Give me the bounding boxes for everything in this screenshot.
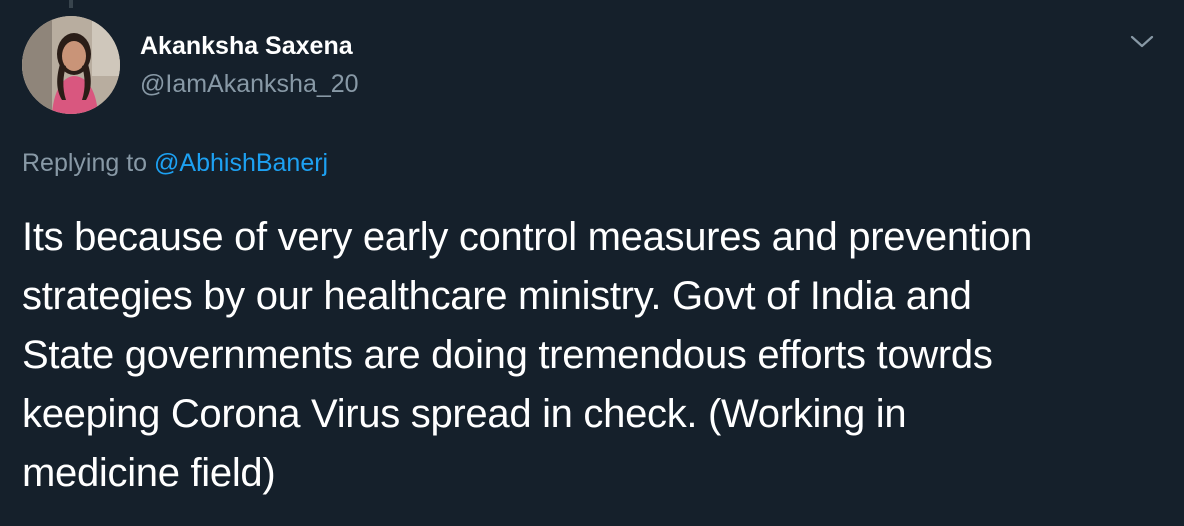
tweet-text-line: strategies by our healthcare ministry. G… [22, 274, 972, 318]
chevron-down-icon[interactable] [1128, 30, 1156, 54]
tweet-card[interactable]: Akanksha Saxena @IamAkanksha_20 Replying… [0, 0, 1184, 526]
tweet-text-line: Its because of very early control measur… [22, 215, 1033, 259]
tweet-text-line: State governments are doing tremendous e… [22, 333, 993, 377]
tweet-text: Its because of very early control measur… [22, 208, 1172, 503]
avatar-image [22, 16, 120, 114]
reply-context: Replying to @AbhishBanerj [22, 147, 328, 179]
reply-mention-link[interactable]: @AbhishBanerj [154, 149, 328, 177]
tweet-text-line: keeping Corona Virus spread in check. (W… [22, 392, 907, 436]
author-display-name[interactable]: Akanksha Saxena [140, 30, 359, 62]
thread-connector-line [69, 0, 73, 8]
tweet-text-line: medicine field) [22, 451, 276, 495]
author-block[interactable]: Akanksha Saxena @IamAkanksha_20 [140, 30, 359, 100]
avatar[interactable] [22, 16, 120, 114]
reply-prefix: Replying to [22, 149, 148, 177]
author-handle[interactable]: @IamAkanksha_20 [140, 68, 359, 100]
